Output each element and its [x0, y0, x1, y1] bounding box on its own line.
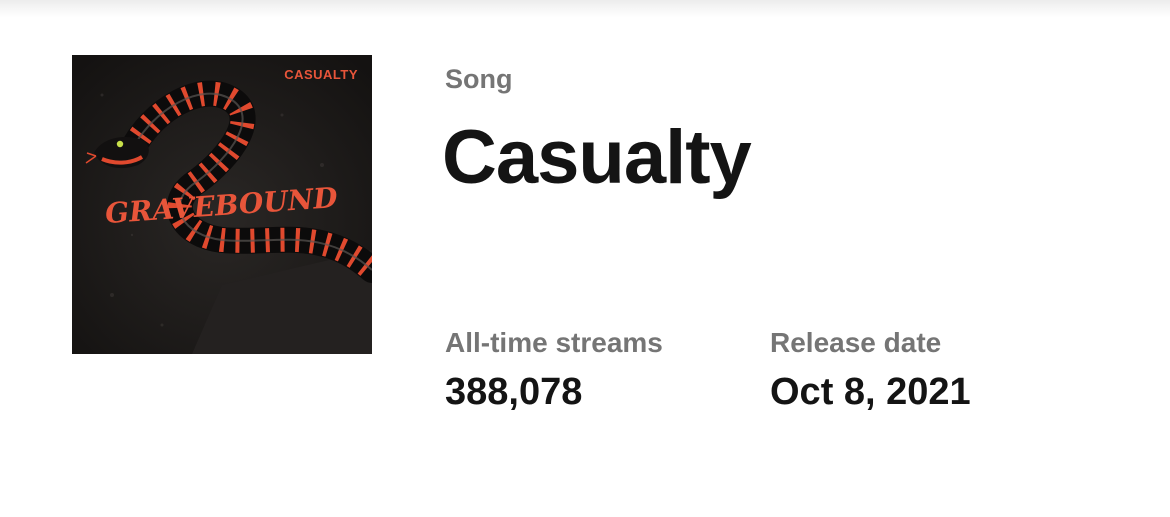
stat-all-time-streams: All-time streams 388,078 [445, 326, 663, 415]
snake-artwork: GRAVEBOUND [72, 55, 372, 354]
streams-label: All-time streams [445, 327, 663, 358]
item-type-label: Song [445, 64, 513, 94]
streams-value: 388,078 [445, 370, 583, 413]
cover-band-name: CASUALTY [284, 67, 358, 82]
top-shadow [0, 0, 1170, 18]
release-date-label: Release date [770, 327, 942, 358]
song-title: Casualty [442, 115, 752, 200]
song-stats-page: GRAVEBOUND CASUALTY Song Casualty All-ti… [0, 0, 1170, 517]
stat-release-date: Release date Oct 8, 2021 [770, 326, 971, 415]
album-cover: GRAVEBOUND CASUALTY [72, 55, 372, 354]
release-date-value: Oct 8, 2021 [770, 370, 971, 413]
